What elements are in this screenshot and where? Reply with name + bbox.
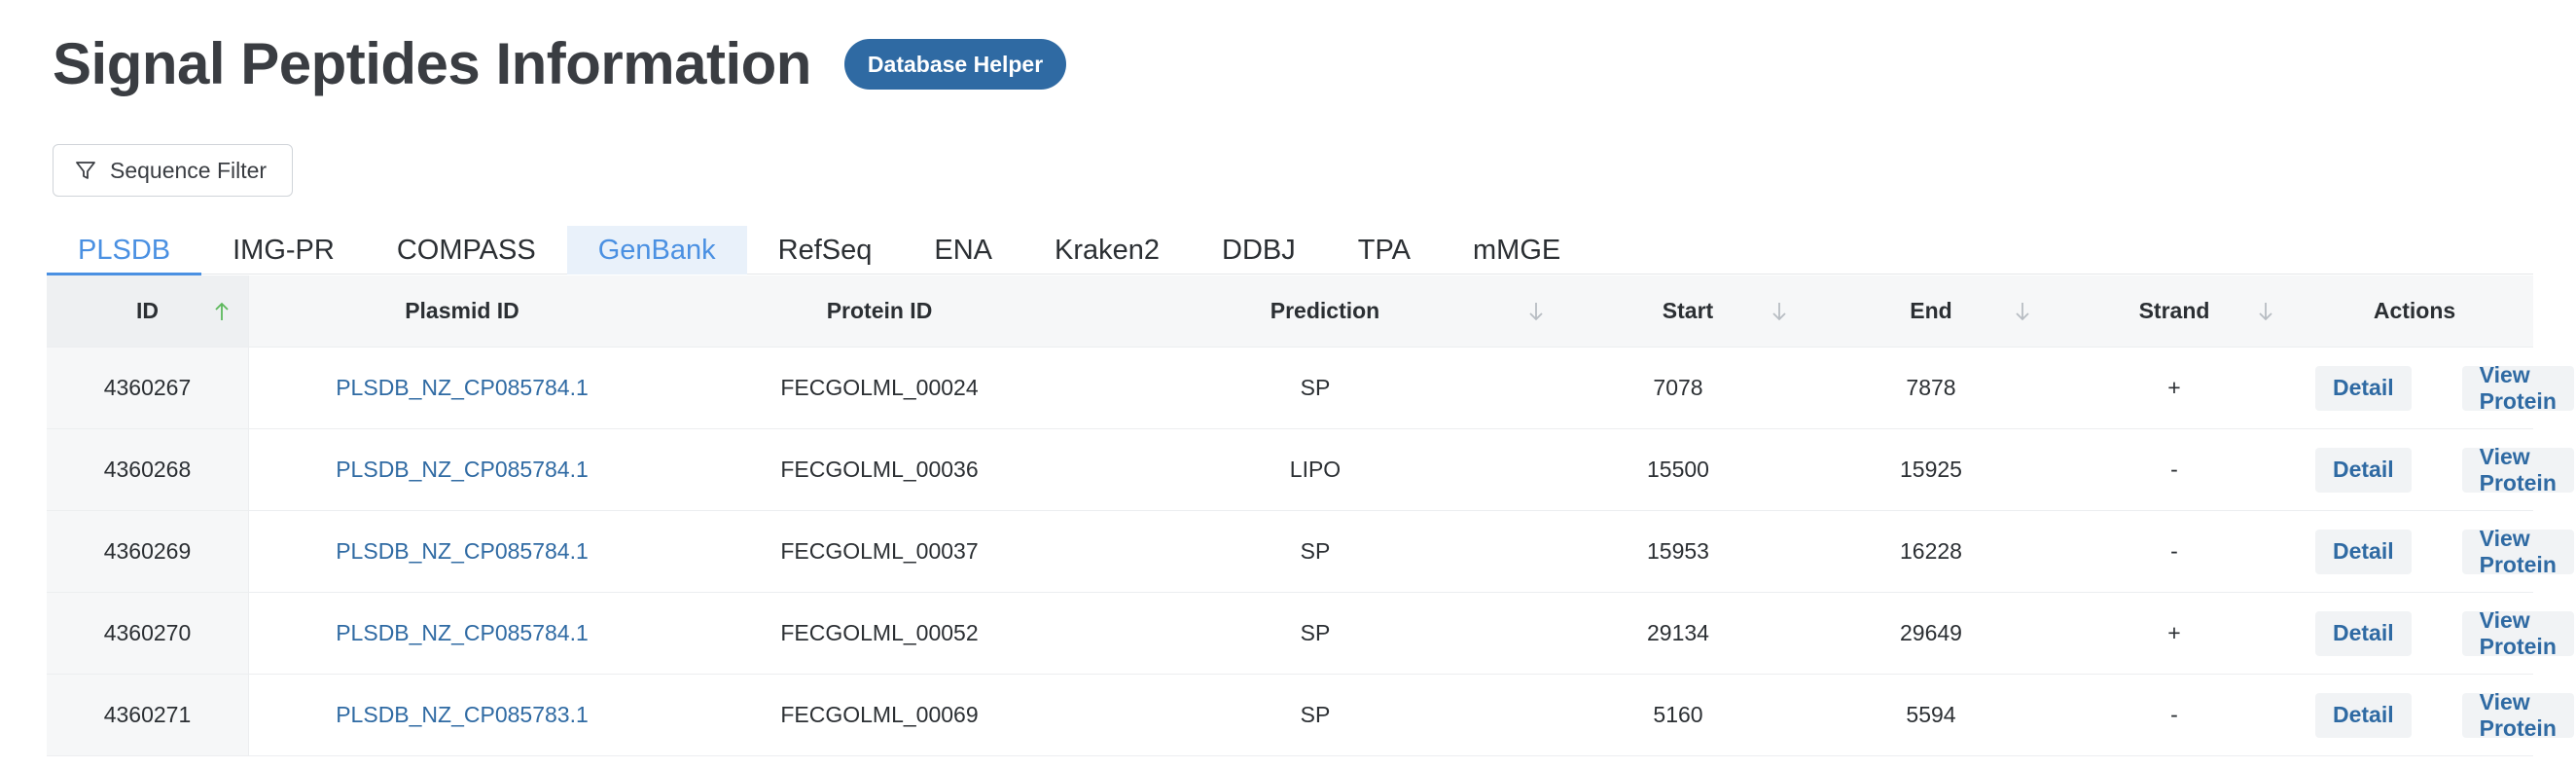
- table-row: 4360269 PLSDB_NZ_CP085784.1 FECGOLML_00037…: [47, 511, 2574, 593]
- cell-end: 5594: [1906, 702, 1956, 727]
- cell-id: 4360269: [47, 511, 249, 592]
- detail-button[interactable]: Detail: [2315, 610, 2412, 656]
- sort-arrow-icon[interactable]: [1527, 301, 1545, 322]
- tab-plsdb[interactable]: PLSDB: [47, 226, 202, 275]
- column-header-end-label: End: [1910, 298, 1952, 323]
- column-header-id[interactable]: ID: [47, 275, 249, 347]
- sort-arrow-icon[interactable]: [2014, 301, 2031, 322]
- tab-ddbj[interactable]: DDBJ: [1191, 226, 1327, 275]
- sequence-filter-label: Sequence Filter: [110, 157, 268, 183]
- cell-start: 5160: [1653, 702, 1703, 727]
- column-header-prediction[interactable]: Prediction: [1084, 275, 1566, 347]
- cell-strand: -: [2170, 538, 2178, 564]
- detail-button[interactable]: Detail: [2315, 692, 2412, 738]
- plasmid-id-link[interactable]: PLSDB_NZ_CP085784.1: [336, 457, 589, 483]
- column-header-strand[interactable]: Strand: [2053, 275, 2296, 347]
- cell-plasmid-link[interactable]: PLSDB_NZ_CP085784.1: [249, 593, 675, 674]
- plasmid-id-link[interactable]: PLSDB_NZ_CP085784.1: [336, 375, 589, 401]
- column-header-end[interactable]: End: [1809, 275, 2053, 347]
- plasmid-id-link[interactable]: PLSDB_NZ_CP085783.1: [336, 702, 589, 728]
- tab-ena[interactable]: ENA: [903, 226, 1023, 275]
- column-header-prediction-label: Prediction: [1270, 298, 1380, 323]
- cell-start: 29134: [1647, 620, 1709, 645]
- view-protein-button[interactable]: View Protein: [2461, 444, 2574, 495]
- cell-id: 4360270: [47, 593, 249, 674]
- column-header-plasmid: Plasmid ID: [405, 298, 519, 323]
- cell-protein-id: FECGOLML_00024: [780, 375, 979, 400]
- column-header-start[interactable]: Start: [1566, 275, 1809, 347]
- view-protein-button[interactable]: View Protein: [2461, 362, 2574, 414]
- table-row: 4360267 PLSDB_NZ_CP085784.1 FECGOLML_00024…: [47, 348, 2574, 429]
- column-header-actions: Actions: [2373, 298, 2456, 323]
- cell-start: 15500: [1647, 457, 1709, 482]
- cell-start: 15953: [1647, 538, 1709, 564]
- database-tabs: PLSDB IMG-PR COMPASS GenBank RefSeq ENA Kraken…: [47, 226, 2533, 275]
- tab-genbank[interactable]: GenBank: [566, 226, 747, 275]
- filter-icon: [75, 160, 96, 181]
- view-protein-button[interactable]: View Protein: [2461, 689, 2574, 741]
- sequence-filter-button[interactable]: Sequence Filter: [53, 144, 294, 197]
- detail-button[interactable]: Detail: [2315, 447, 2412, 493]
- tab-tpa[interactable]: TPA: [1327, 226, 1442, 275]
- view-protein-button[interactable]: View Protein: [2461, 526, 2574, 577]
- table-row: 4360268 PLSDB_NZ_CP085784.1 FECGOLML_00036…: [47, 429, 2574, 511]
- cell-plasmid-link[interactable]: PLSDB_NZ_CP085784.1: [249, 348, 675, 428]
- cell-id: 4360268: [47, 429, 249, 510]
- cell-plasmid-link[interactable]: PLSDB_NZ_CP085784.1: [249, 429, 675, 510]
- signal-peptides-table: ID Plasmid ID Protein ID Prediction Star…: [47, 275, 2574, 756]
- sort-arrow-icon[interactable]: [2257, 301, 2274, 322]
- page-header: Signal Peptides Information Database Hel…: [53, 27, 1067, 101]
- column-header-start-label: Start: [1662, 298, 1714, 323]
- cell-end: 7878: [1906, 375, 1956, 400]
- database-helper-button[interactable]: Database Helper: [843, 39, 1067, 90]
- column-header-protein: Protein ID: [826, 298, 933, 323]
- cell-id: 4360267: [47, 348, 249, 428]
- column-header-id-label: ID: [136, 298, 159, 323]
- sort-ascending-icon[interactable]: [213, 301, 231, 322]
- cell-protein-id: FECGOLML_00069: [780, 702, 979, 727]
- page-title: Signal Peptides Information: [53, 31, 811, 96]
- table-header-row: ID Plasmid ID Protein ID Prediction Star…: [47, 275, 2533, 348]
- cell-plasmid-link[interactable]: PLSDB_NZ_CP085784.1: [249, 511, 675, 592]
- cell-prediction: LIPO: [1289, 457, 1342, 482]
- cell-strand: +: [2167, 620, 2181, 645]
- cell-actions: Detail View Protein: [2296, 593, 2574, 674]
- cell-end: 15925: [1900, 457, 1962, 482]
- cell-prediction: SP: [1300, 538, 1331, 564]
- cell-plasmid-link[interactable]: PLSDB_NZ_CP085783.1: [249, 675, 675, 755]
- column-header-strand-label: Strand: [2138, 298, 2210, 323]
- sort-arrow-icon[interactable]: [1771, 301, 1788, 322]
- tab-kraken2[interactable]: Kraken2: [1023, 226, 1191, 275]
- tab-refseq[interactable]: RefSeq: [747, 226, 904, 275]
- tab-mmge[interactable]: mMGE: [1442, 226, 1592, 275]
- table-row: 4360270 PLSDB_NZ_CP085784.1 FECGOLML_00052…: [47, 593, 2574, 675]
- table-row: 4360271 PLSDB_NZ_CP085783.1 FECGOLML_00069…: [47, 675, 2574, 756]
- cell-strand: -: [2170, 457, 2178, 482]
- detail-button[interactable]: Detail: [2315, 529, 2412, 574]
- cell-prediction: SP: [1300, 702, 1331, 727]
- cell-protein-id: FECGOLML_00036: [780, 457, 979, 482]
- cell-actions: Detail View Protein: [2296, 348, 2574, 428]
- tab-img-pr[interactable]: IMG-PR: [201, 226, 366, 275]
- cell-actions: Detail View Protein: [2296, 429, 2574, 510]
- cell-start: 7078: [1653, 375, 1703, 400]
- cell-actions: Detail View Protein: [2296, 675, 2574, 755]
- view-protein-button[interactable]: View Protein: [2461, 607, 2574, 659]
- cell-protein-id: FECGOLML_00037: [780, 538, 979, 564]
- tab-compass[interactable]: COMPASS: [366, 226, 567, 275]
- cell-id: 4360271: [47, 675, 249, 755]
- cell-end: 29649: [1900, 620, 1962, 645]
- plasmid-id-link[interactable]: PLSDB_NZ_CP085784.1: [336, 620, 589, 646]
- detail-button[interactable]: Detail: [2315, 365, 2412, 411]
- plasmid-id-link[interactable]: PLSDB_NZ_CP085784.1: [336, 538, 589, 565]
- cell-actions: Detail View Protein: [2296, 511, 2574, 592]
- cell-protein-id: FECGOLML_00052: [780, 620, 979, 645]
- cell-strand: -: [2170, 702, 2178, 727]
- cell-strand: +: [2167, 375, 2181, 400]
- cell-prediction: SP: [1300, 375, 1331, 400]
- cell-prediction: SP: [1300, 620, 1331, 645]
- cell-end: 16228: [1900, 538, 1962, 564]
